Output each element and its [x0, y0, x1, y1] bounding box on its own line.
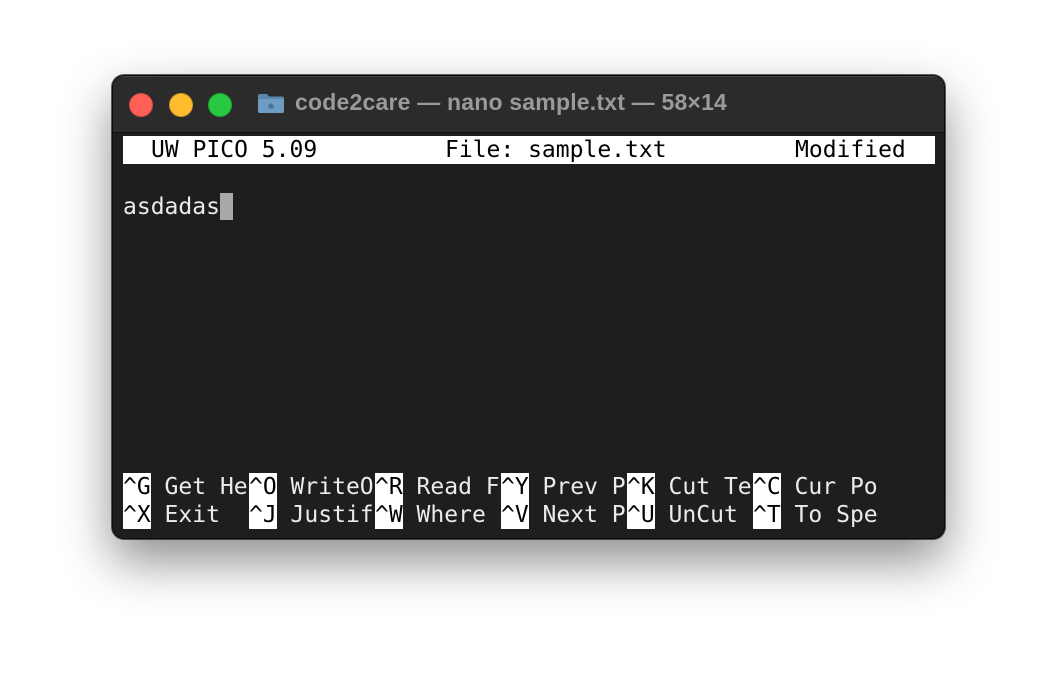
shortcut-next-page: ^V Next P — [501, 501, 626, 529]
terminal-window: code2care — nano sample.txt — 58×14 UW P… — [112, 75, 945, 539]
shortcut-bar: ^G Get He ^O WriteO ^R Read F ^Y Prev P … — [123, 473, 935, 529]
shortcut-cur-pos: ^C Cur Po — [753, 473, 878, 501]
close-button[interactable] — [129, 93, 153, 117]
shortcut-key: ^C — [753, 473, 781, 501]
file-name-label: File: sample.txt — [445, 137, 667, 163]
shortcut-key: ^W — [375, 501, 403, 529]
maximize-button[interactable] — [208, 93, 232, 117]
shortcut-exit: ^X Exit — [123, 501, 248, 529]
window-title: code2care — nano sample.txt — 58×14 — [295, 89, 728, 115]
editor-version: UW PICO 5.09 — [151, 137, 318, 163]
shortcut-key: ^X — [123, 501, 151, 529]
shortcut-key: ^G — [123, 473, 151, 501]
shortcut-label: Exit — [150, 502, 248, 528]
shortcut-label: Read F — [402, 474, 500, 500]
shortcut-key: ^J — [249, 501, 277, 529]
shortcut-label: Next P — [528, 502, 626, 528]
editor-text: asdadas — [123, 194, 220, 220]
shortcut-get-help: ^G Get He — [123, 473, 248, 501]
shortcut-label: WriteO — [276, 474, 374, 500]
shortcut-key: ^K — [627, 473, 655, 501]
shortcut-row-2: ^X Exit ^J Justif ^W Where ^V Next P ^U … — [123, 501, 935, 529]
shortcut-key: ^V — [501, 501, 529, 529]
shortcut-label: Where — [402, 502, 500, 528]
title-bar[interactable]: code2care — nano sample.txt — 58×14 — [113, 76, 944, 133]
shortcut-prev-page: ^Y Prev P — [501, 473, 626, 501]
shortcut-write-out: ^O WriteO — [249, 473, 374, 501]
shortcut-cut-text: ^K Cut Te — [627, 473, 752, 501]
shortcut-key: ^Y — [501, 473, 529, 501]
shortcut-label: Cur Po — [780, 474, 878, 500]
shortcut-label: UnCut — [654, 502, 752, 528]
minimize-button[interactable] — [169, 93, 193, 117]
modified-status: Modified — [795, 137, 906, 163]
shortcut-key: ^R — [375, 473, 403, 501]
shortcut-where-is: ^W Where — [375, 501, 500, 529]
text-cursor — [219, 193, 233, 220]
shortcut-label: To Spe — [780, 502, 878, 528]
shortcut-label: Cut Te — [654, 474, 752, 500]
shortcut-label: Get He — [150, 474, 248, 500]
nano-header-bar: UW PICO 5.09 File: sample.txt Modified — [123, 136, 935, 164]
shortcut-to-spell: ^T To Spe — [753, 501, 878, 529]
shortcut-key: ^O — [249, 473, 277, 501]
shortcut-row-1: ^G Get He ^O WriteO ^R Read F ^Y Prev P … — [123, 473, 935, 501]
folder-icon — [258, 94, 284, 113]
shortcut-label: Justif — [276, 502, 374, 528]
shortcut-justify: ^J Justif — [249, 501, 374, 529]
shortcut-read-file: ^R Read F — [375, 473, 500, 501]
shortcut-uncut: ^U UnCut — [627, 501, 752, 529]
shortcut-label: Prev P — [528, 474, 626, 500]
shortcut-key: ^U — [627, 501, 655, 529]
editor-text-line[interactable]: asdadas — [123, 193, 233, 221]
shortcut-key: ^T — [753, 501, 781, 529]
